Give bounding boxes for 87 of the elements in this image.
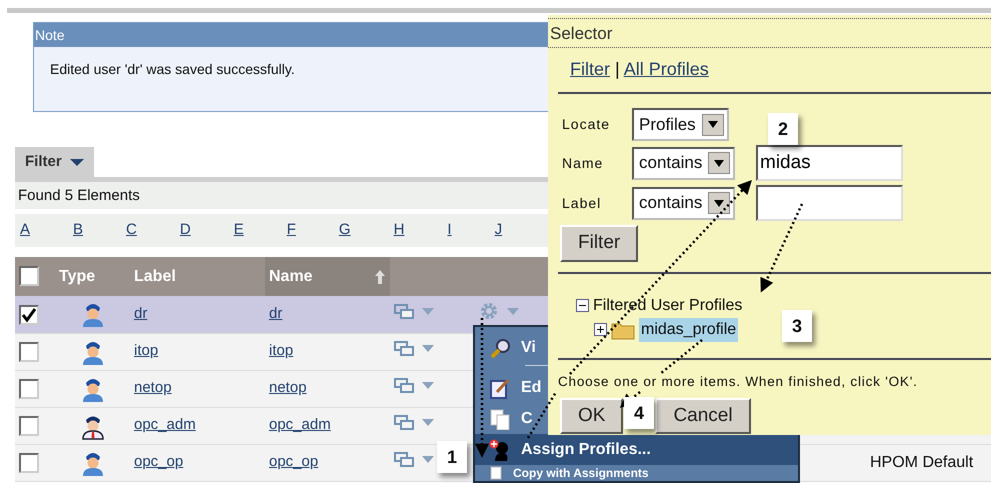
magnifier-icon bbox=[489, 337, 511, 359]
label-link[interactable]: opc_adm bbox=[134, 416, 196, 434]
tree-node[interactable]: midas_profile bbox=[639, 318, 738, 342]
letter-link[interactable]: C bbox=[126, 219, 137, 242]
letter-link[interactable]: H bbox=[394, 219, 404, 242]
letter-link[interactable]: I bbox=[447, 219, 452, 242]
dialog-button[interactable]: OK bbox=[560, 398, 624, 434]
name-link[interactable]: opc_adm bbox=[269, 416, 331, 434]
window-icon bbox=[394, 341, 414, 356]
row-checkbox[interactable] bbox=[19, 379, 39, 400]
filter-button[interactable]: Filter bbox=[560, 225, 638, 262]
menu-item[interactable]: Vi bbox=[475, 331, 545, 365]
caret-icon bbox=[422, 419, 434, 426]
row-checkbox[interactable] bbox=[19, 304, 39, 325]
window-icon bbox=[394, 415, 414, 430]
dropdown[interactable]: contains bbox=[632, 146, 736, 180]
caret-icon bbox=[422, 382, 434, 389]
label-link[interactable]: dr bbox=[134, 305, 148, 322]
caret-icon bbox=[708, 121, 718, 128]
row-checkbox[interactable] bbox=[19, 453, 39, 474]
dropdown[interactable]: contains bbox=[632, 186, 736, 220]
caret-icon bbox=[422, 308, 434, 315]
step-number: 1 bbox=[437, 441, 467, 473]
dropdown[interactable]: Profiles bbox=[632, 108, 729, 141]
field-label: Label bbox=[562, 194, 602, 212]
name-link[interactable]: netop bbox=[269, 379, 307, 396]
input-field[interactable]: midas bbox=[756, 145, 903, 181]
label-link[interactable]: opc_op bbox=[134, 453, 184, 470]
gear-icon bbox=[479, 301, 499, 322]
caret-icon bbox=[507, 308, 519, 315]
window-icon bbox=[394, 452, 414, 467]
menu-item[interactable]: Copy with Assignments bbox=[475, 465, 798, 481]
link-separator: | bbox=[614, 59, 621, 79]
expand-icon[interactable] bbox=[594, 323, 607, 336]
dialog-button[interactable]: Cancel bbox=[655, 398, 751, 434]
letter-link[interactable]: F bbox=[286, 219, 296, 242]
filter-tab[interactable]: Filter bbox=[15, 147, 94, 177]
label-link[interactable]: netop bbox=[134, 379, 172, 396]
step-number: 3 bbox=[782, 310, 812, 342]
step-number: 4 bbox=[624, 397, 654, 429]
window-menu-button[interactable] bbox=[394, 452, 434, 467]
selector-title: Selector bbox=[548, 18, 991, 48]
caret-icon bbox=[422, 456, 434, 463]
caret-icon bbox=[714, 160, 724, 166]
collapse-icon[interactable] bbox=[576, 299, 589, 312]
step-number: 2 bbox=[768, 113, 798, 145]
caret-icon bbox=[422, 345, 434, 352]
table-cell-text: HPOM Default bbox=[870, 453, 974, 473]
menu-item[interactable]: Ed bbox=[475, 372, 545, 403]
filter-link[interactable]: Filter bbox=[570, 59, 610, 79]
letter-link[interactable]: D bbox=[180, 219, 191, 242]
menu-item[interactable]: C bbox=[475, 403, 545, 434]
caret-icon bbox=[714, 200, 724, 206]
filter-link[interactable]: All Profiles bbox=[624, 59, 709, 79]
letter-link[interactable]: A bbox=[20, 219, 30, 242]
column-header[interactable]: Name bbox=[265, 257, 390, 296]
name-link[interactable]: opc_op bbox=[269, 453, 318, 470]
window-icon bbox=[394, 304, 414, 319]
person-add-icon bbox=[489, 438, 511, 460]
note-message: Edited user 'dr' was saved successfully. bbox=[50, 61, 295, 77]
window-menu-button[interactable] bbox=[394, 415, 434, 430]
instruction-text: Choose one or more items. When finished, click 'OK'. bbox=[557, 372, 919, 390]
letter-link[interactable]: J bbox=[494, 219, 502, 242]
window-icon bbox=[394, 378, 414, 393]
name-link[interactable]: dr bbox=[269, 305, 282, 322]
letter-link[interactable]: G bbox=[338, 219, 351, 242]
menu-item[interactable]: Assign Profiles... bbox=[475, 434, 798, 465]
tree-node[interactable]: Filtered User Profiles bbox=[593, 294, 742, 318]
copy-icon bbox=[489, 466, 503, 480]
sort-arrow-icon bbox=[374, 268, 386, 284]
input-field[interactable] bbox=[756, 185, 903, 221]
window-menu-button[interactable] bbox=[394, 378, 434, 393]
row-checkbox[interactable] bbox=[19, 342, 39, 362]
field-label: Locate bbox=[562, 115, 610, 134]
label-link[interactable]: itop bbox=[134, 342, 158, 360]
copy-icon bbox=[489, 408, 511, 430]
select-all-checkbox[interactable] bbox=[19, 266, 39, 286]
caret-icon bbox=[70, 158, 84, 166]
window-menu-button[interactable] bbox=[394, 341, 434, 356]
name-link[interactable]: itop bbox=[269, 342, 294, 360]
field-label: Name bbox=[562, 154, 604, 172]
letter-link[interactable]: E bbox=[234, 219, 244, 242]
row-checkbox[interactable] bbox=[19, 416, 39, 436]
letter-link[interactable]: B bbox=[73, 219, 84, 242]
result-count: Found 5 Elements bbox=[18, 187, 140, 204]
window-menu-button[interactable] bbox=[394, 304, 434, 319]
checkmark-icon bbox=[21, 306, 37, 323]
